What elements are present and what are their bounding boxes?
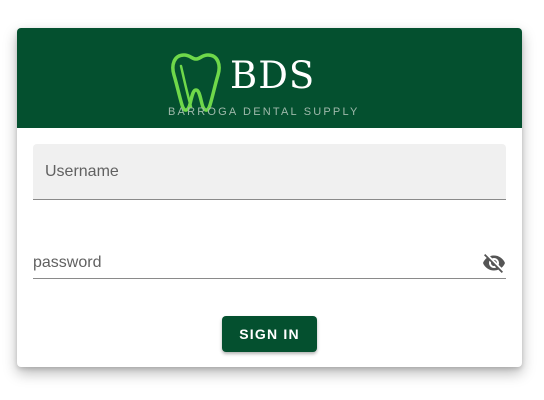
password-label: password	[33, 254, 102, 271]
username-label: Username	[45, 163, 119, 180]
password-field[interactable]: password	[33, 246, 506, 279]
brand-header: BDS BARROGA DENTAL SUPPLY	[17, 28, 522, 128]
brand-tagline: BARROGA DENTAL SUPPLY	[168, 106, 360, 118]
eye-off-icon[interactable]	[482, 251, 506, 275]
brand-name: BDS	[230, 54, 316, 97]
username-field[interactable]: Username	[33, 144, 506, 200]
sign-in-button[interactable]: SIGN IN	[222, 316, 317, 352]
login-card: BDS BARROGA DENTAL SUPPLY Username passw…	[17, 28, 522, 367]
